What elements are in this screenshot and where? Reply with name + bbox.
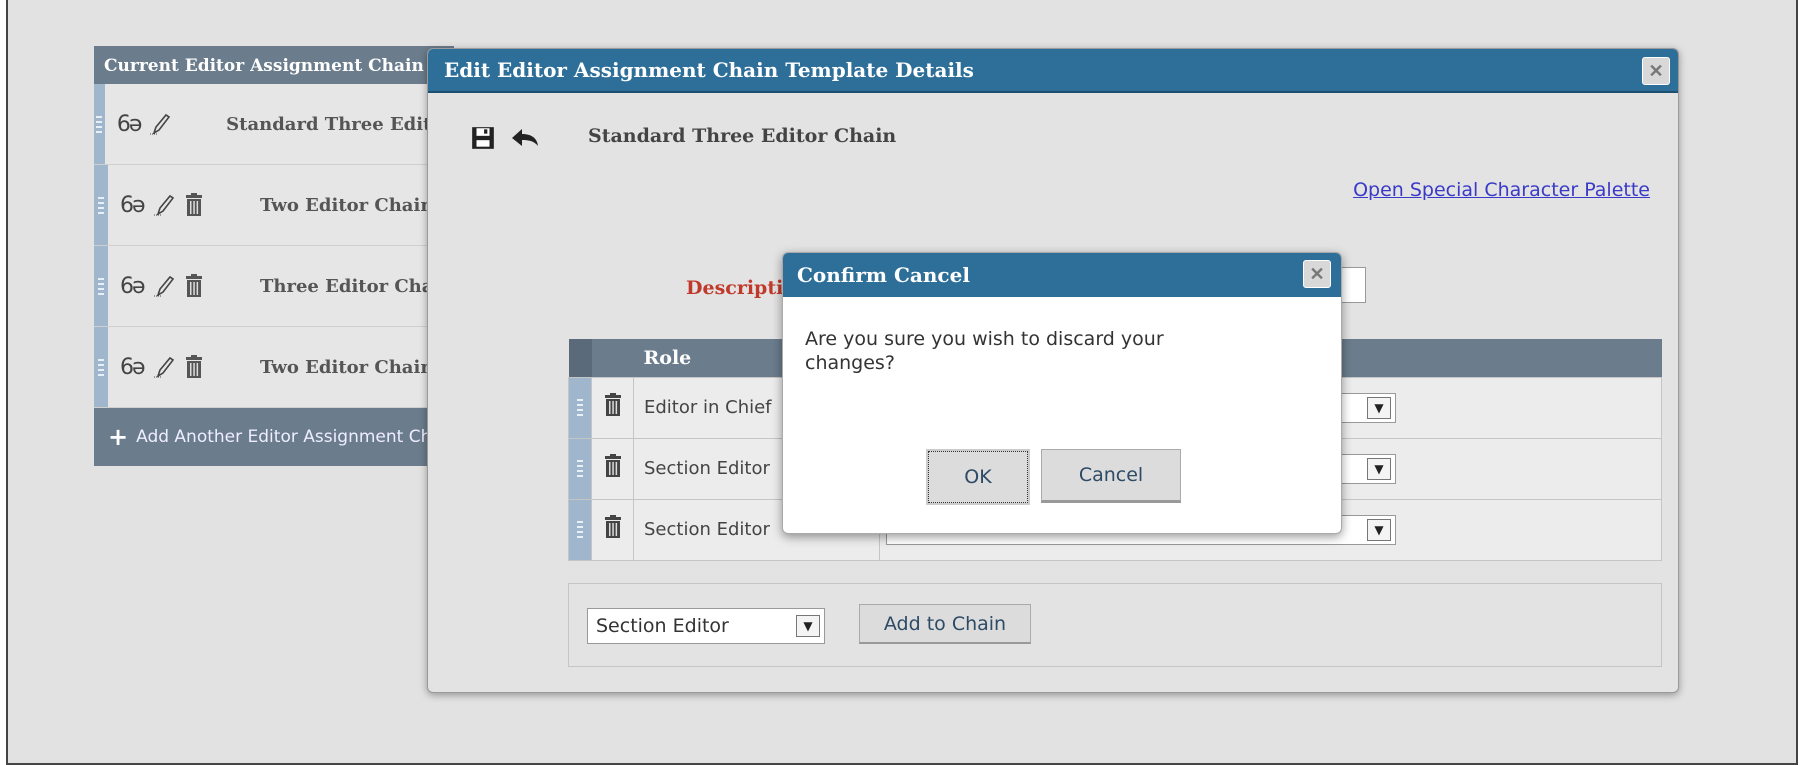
chevron-down-icon[interactable]: ▼ — [1367, 457, 1391, 480]
add-role-box: Section Editor ▼ Add to Chain — [568, 583, 1662, 667]
pencil-icon[interactable] — [152, 193, 176, 217]
pencil-icon[interactable] — [152, 274, 176, 298]
trash-icon[interactable] — [603, 515, 623, 539]
close-icon[interactable]: ✕ — [1642, 57, 1670, 85]
trash-icon[interactable] — [184, 274, 204, 298]
drag-handle[interactable] — [94, 246, 108, 326]
page-frame: Current Editor Assignment Chain Template… — [6, 0, 1798, 765]
special-character-palette-link[interactable]: Open Special Character Palette — [1353, 179, 1650, 201]
edit-chain-modal-title: Edit Editor Assignment Chain Template De… — [444, 58, 974, 82]
add-to-chain-button[interactable]: Add to Chain — [859, 604, 1031, 644]
chain-name-label[interactable]: Two Editor Chain — [260, 195, 433, 216]
role-select-value: Section Editor — [596, 615, 729, 637]
confirm-dialog-title: Confirm Cancel — [797, 263, 970, 287]
chevron-down-icon[interactable]: ▼ — [1367, 396, 1391, 419]
drag-handle[interactable] — [569, 438, 591, 499]
drag-handle[interactable] — [569, 377, 591, 438]
chain-list-rows: 6ə Standard Three Editor Chain 6ə Two Edito… — [94, 84, 454, 408]
drag-handle[interactable] — [569, 499, 591, 560]
delete-cell — [591, 498, 634, 561]
delete-cell — [591, 437, 634, 500]
chevron-down-icon[interactable]: ▼ — [796, 615, 820, 637]
chain-name-label[interactable]: Two Editor Chain — [260, 357, 433, 378]
confirm-cancel-dialog: Confirm Cancel ✕ Are you sure you wish t… — [782, 252, 1342, 534]
chain-name-label[interactable]: Standard Three Editor Chain — [226, 114, 454, 135]
pencil-icon[interactable] — [152, 355, 176, 379]
glasses-icon[interactable]: 6ə — [117, 112, 143, 137]
chain-list-item: 6ə Two Editor Chain — [94, 165, 454, 246]
trash-icon[interactable] — [184, 193, 204, 217]
chain-list-item: 6ə Two Editor Chain — [94, 327, 454, 408]
drag-handle[interactable] — [94, 165, 108, 245]
glasses-icon[interactable]: 6ə — [120, 274, 146, 299]
close-icon[interactable]: ✕ — [1303, 260, 1331, 288]
chain-name: Standard Three Editor Chain — [588, 125, 897, 147]
edit-chain-modal-titlebar: Edit Editor Assignment Chain Template De… — [428, 49, 1678, 93]
confirm-dialog-titlebar: Confirm Cancel ✕ — [783, 253, 1341, 297]
role-select[interactable]: Section Editor ▼ — [587, 608, 825, 644]
drag-handle[interactable] — [94, 84, 105, 164]
chain-list-item: 6ə Three Editor Chain — [94, 246, 454, 327]
row-actions: 6ə — [117, 112, 226, 137]
row-actions: 6ə — [120, 274, 260, 299]
drag-cell — [568, 376, 592, 439]
chevron-down-icon[interactable]: ▼ — [1367, 518, 1391, 541]
glasses-icon[interactable]: 6ə — [120, 193, 146, 218]
drag-cell — [568, 498, 592, 561]
ok-button[interactable]: OK — [926, 449, 1030, 505]
confirm-message: Are you sure you wish to discard your ch… — [805, 328, 1164, 374]
save-icon[interactable] — [470, 125, 496, 151]
row-actions: 6ə — [120, 193, 260, 218]
modal-toolbar — [470, 125, 540, 151]
cancel-button[interactable]: Cancel — [1041, 449, 1181, 503]
pencil-icon[interactable] — [148, 112, 172, 136]
trash-icon[interactable] — [603, 454, 623, 478]
back-arrow-icon[interactable] — [510, 126, 540, 150]
plus-icon: + — [108, 423, 129, 451]
table-header-drag — [568, 339, 592, 377]
row-actions: 6ə — [120, 355, 260, 380]
trash-icon[interactable] — [184, 355, 204, 379]
drag-cell — [568, 437, 592, 500]
chain-list-header: Current Editor Assignment Chain Template… — [94, 46, 454, 84]
delete-cell — [591, 376, 634, 439]
chain-list-item: 6ə Standard Three Editor Chain — [94, 84, 454, 165]
chain-name-label[interactable]: Three Editor Chain — [260, 276, 453, 297]
drag-handle[interactable] — [94, 327, 108, 407]
glasses-icon[interactable]: 6ə — [120, 355, 146, 380]
table-header-delete — [591, 339, 634, 377]
chain-list-panel: Current Editor Assignment Chain Template… — [94, 46, 454, 466]
trash-icon[interactable] — [603, 393, 623, 417]
add-chain-label: Add Another Editor Assignment Chain Temp… — [136, 427, 454, 447]
add-chain-button[interactable]: + Add Another Editor Assignment Chain Te… — [94, 408, 454, 466]
